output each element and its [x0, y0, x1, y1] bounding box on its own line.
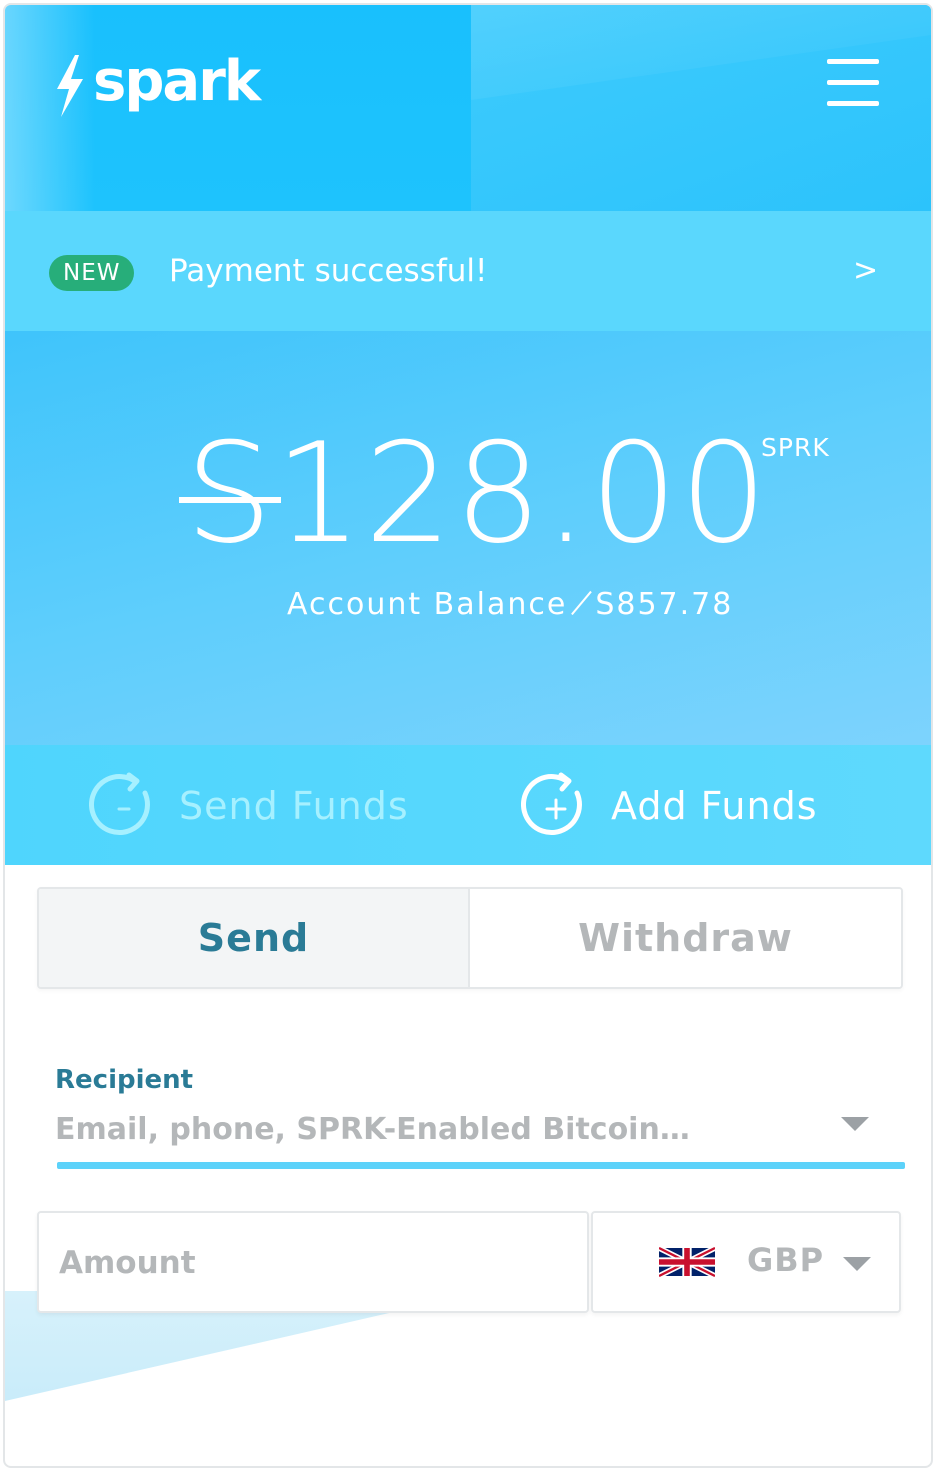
- currency-select[interactable]: GBP: [591, 1211, 901, 1313]
- brand-name: spark: [93, 49, 261, 114]
- amount-field[interactable]: [37, 1211, 589, 1313]
- menu-line: [827, 101, 879, 106]
- balance-unit: SPRK: [761, 433, 830, 462]
- chevron-right-icon[interactable]: >: [853, 253, 878, 289]
- send-funds-label: Send Funds: [179, 784, 409, 828]
- hamburger-menu-icon[interactable]: [825, 57, 881, 107]
- currency-symbol: S: [179, 413, 281, 574]
- account-balance: Account Balance̸S857.78: [287, 587, 733, 622]
- menu-line: [827, 80, 879, 85]
- menu-line: [827, 59, 879, 64]
- tab-withdraw[interactable]: Withdraw: [470, 889, 901, 987]
- new-badge: NEW: [49, 255, 135, 291]
- uk-flag-icon: [659, 1247, 715, 1277]
- header-panel-decoration: [471, 5, 931, 211]
- app-frame: spark NEW Payment successful! > S128.00 …: [3, 3, 933, 1468]
- currency-code: GBP: [747, 1241, 825, 1279]
- account-balance-value: ̸S857.78: [593, 587, 734, 622]
- add-funds-button[interactable]: Add Funds: [521, 771, 818, 841]
- chevron-down-icon: [843, 1257, 871, 1271]
- recipient-input[interactable]: [55, 1107, 855, 1151]
- funds-action-bar: Send Funds Add Funds: [5, 745, 931, 865]
- add-funds-label: Add Funds: [611, 784, 818, 828]
- payment-notification[interactable]: NEW Payment successful! >: [5, 211, 931, 331]
- circular-plus-icon: [521, 772, 582, 835]
- notification-message: Payment successful!: [169, 253, 488, 289]
- chevron-down-icon[interactable]: [841, 1117, 869, 1131]
- spark-logo[interactable]: spark: [53, 51, 261, 117]
- balance-panel: S128.00 SPRK Account Balance̸S857.78: [5, 331, 931, 745]
- recipient-underline: [57, 1162, 905, 1169]
- lightning-bolt-icon: [57, 55, 83, 117]
- send-funds-button[interactable]: Send Funds: [89, 771, 409, 841]
- balance-value: 128.00: [274, 413, 770, 574]
- send-withdraw-tabs: Send Withdraw: [37, 887, 903, 989]
- tab-send[interactable]: Send: [39, 889, 470, 987]
- circular-minus-icon: [89, 772, 150, 835]
- balance-amount: S128.00: [179, 413, 769, 574]
- app-header: spark: [5, 5, 931, 211]
- amount-input[interactable]: [59, 1241, 559, 1285]
- account-balance-label: Account Balance: [287, 587, 568, 622]
- recipient-label: Recipient: [55, 1065, 194, 1095]
